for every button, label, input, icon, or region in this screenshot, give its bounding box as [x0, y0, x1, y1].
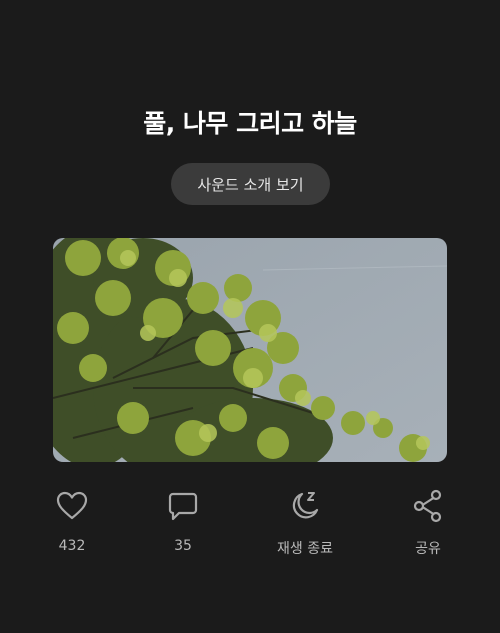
- heart-icon: [54, 488, 90, 524]
- share-label: 공유: [415, 541, 441, 557]
- artwork-image: [53, 238, 447, 462]
- like-button[interactable]: 432: [27, 488, 117, 554]
- comment-icon: [165, 488, 201, 524]
- comment-count: 35: [174, 538, 192, 554]
- like-count: 432: [58, 538, 86, 554]
- action-bar: 432 35 재생 종료 공유: [0, 488, 500, 568]
- comment-button[interactable]: 35: [138, 488, 228, 554]
- sound-intro-button[interactable]: 사운드 소개 보기: [171, 163, 330, 205]
- sleep-timer-button[interactable]: 재생 종료: [260, 488, 350, 558]
- page-title: 풀, 나무 그리고 하늘: [143, 109, 357, 138]
- sleep-timer-icon: [287, 488, 323, 524]
- sleep-timer-label: 재생 종료: [277, 541, 333, 557]
- share-button[interactable]: 공유: [383, 488, 473, 558]
- share-icon: [410, 488, 446, 524]
